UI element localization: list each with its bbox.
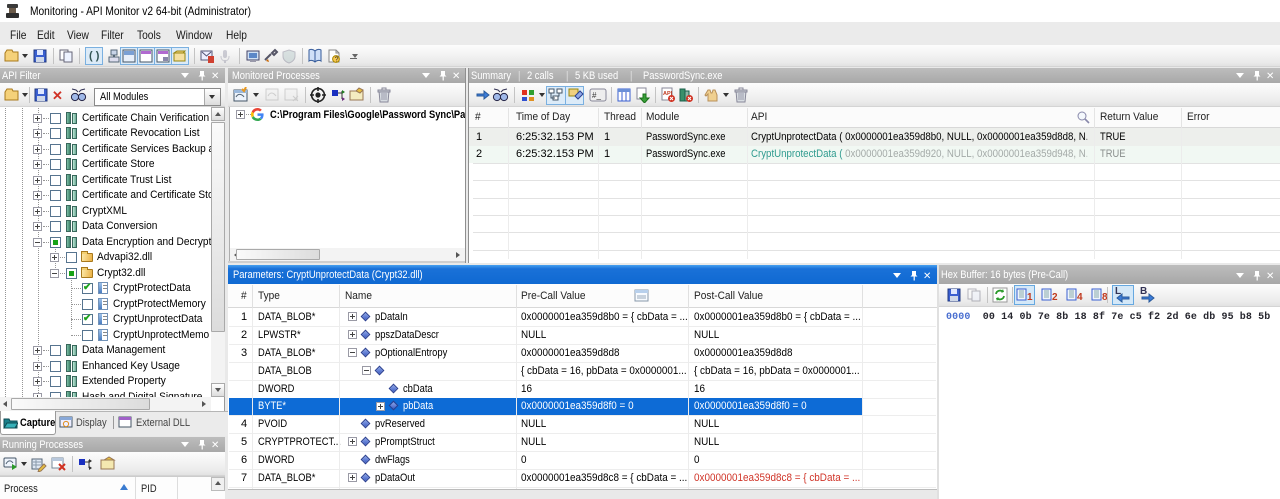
svg-text:?: ? xyxy=(335,57,339,64)
svg-text:#_: #_ xyxy=(592,91,601,100)
